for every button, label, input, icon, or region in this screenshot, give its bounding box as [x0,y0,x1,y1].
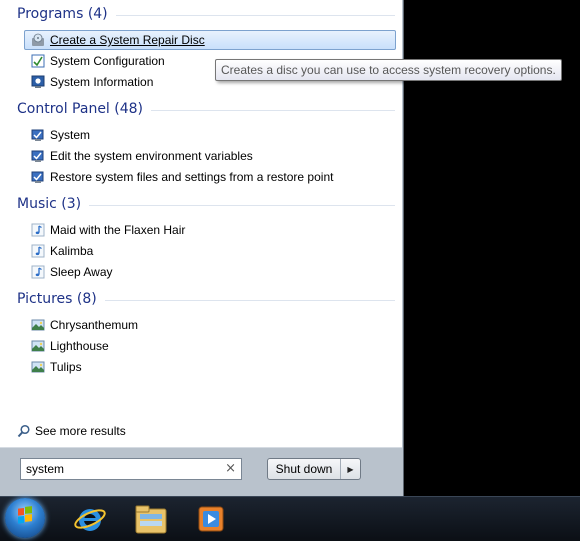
taskbar [0,496,580,541]
picture-icon [31,339,45,353]
search-input[interactable] [26,462,216,476]
group-header-control-panel[interactable]: Control Panel (48) [17,99,395,119]
result-label: Restore system files and settings from a… [50,170,334,184]
music-note-icon [31,244,45,258]
shutdown-options-arrow-icon[interactable]: ▶ [341,459,360,479]
group-title[interactable]: Pictures (8) [17,291,97,307]
group-header-music[interactable]: Music (3) [17,194,395,214]
repair-disc-icon [31,33,45,47]
windows-explorer-icon[interactable] [133,501,169,537]
see-more-results-link[interactable]: See more results [17,422,126,440]
result-label: Sleep Away [50,265,113,279]
result-kalimba[interactable]: Kalimba [24,241,396,261]
divider [151,109,395,111]
control-panel-icon [31,170,45,184]
see-more-label: See more results [35,424,126,438]
search-field[interactable]: × [20,458,242,480]
result-maid-with-the-flaxen-hair[interactable]: Maid with the Flaxen Hair [24,220,396,240]
group-header-programs[interactable]: Programs (4) [17,4,395,24]
shutdown-button-group: Shut down ▶ [267,458,361,480]
picture-icon [31,360,45,374]
group-header-pictures[interactable]: Pictures (8) [17,289,395,309]
result-sleep-away[interactable]: Sleep Away [24,262,396,282]
result-system[interactable]: System [24,125,396,145]
control-panel-icon [31,128,45,142]
divider [104,299,395,301]
result-label: Lighthouse [50,339,109,353]
result-edit-environment-variables[interactable]: Edit the system environment variables [24,146,396,166]
result-label: Maid with the Flaxen Hair [50,223,186,237]
control-panel-icon [31,149,45,163]
system-info-icon [31,75,45,89]
result-label: System [50,128,91,142]
divider [89,204,395,206]
shutdown-button[interactable]: Shut down [268,459,341,479]
group-title[interactable]: Programs (4) [17,6,108,22]
group-title[interactable]: Music (3) [17,196,81,212]
tooltip: Creates a disc you can use to access sys… [215,59,562,81]
result-label: System Configuration [50,54,165,68]
result-label: Chrysanthemum [50,318,139,332]
music-note-icon [31,223,45,237]
result-create-system-repair-disc[interactable]: Create a System Repair Disc [24,30,396,50]
media-player-icon[interactable] [193,501,229,537]
result-tulips[interactable]: Tulips [24,357,396,377]
clear-search-icon[interactable]: × [225,461,236,477]
result-chrysanthemum[interactable]: Chrysanthemum [24,315,396,335]
picture-icon [31,318,45,332]
start-orb[interactable] [5,498,45,538]
result-label: System Information [50,75,154,89]
music-note-icon [31,265,45,279]
search-icon [17,424,31,438]
result-lighthouse[interactable]: Lighthouse [24,336,396,356]
divider [115,14,395,16]
group-title[interactable]: Control Panel (48) [17,101,143,117]
result-label: Tulips [50,360,82,374]
system-config-icon [31,54,45,68]
result-label: Kalimba [50,244,94,258]
internet-explorer-icon[interactable] [72,501,108,537]
result-label: Edit the system environment variables [50,149,253,163]
result-restore-system-files[interactable]: Restore system files and settings from a… [24,167,396,187]
result-label: Create a System Repair Disc [50,33,205,47]
